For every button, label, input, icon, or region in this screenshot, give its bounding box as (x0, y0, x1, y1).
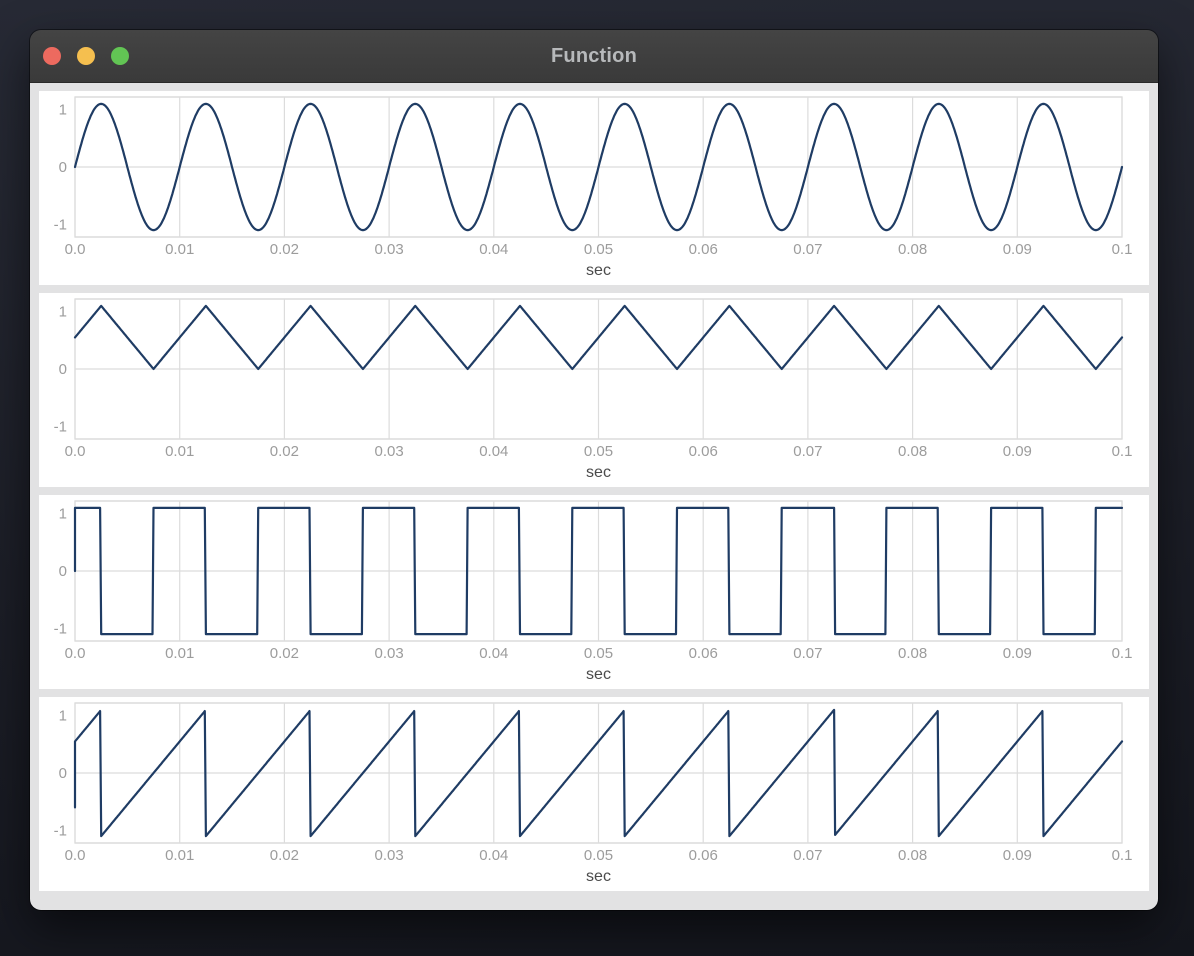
x-tick-label: 0.06 (689, 241, 718, 258)
x-axis-label: sec (586, 666, 611, 683)
x-tick-label: 0.0 (65, 443, 86, 460)
x-tick-label: 0.1 (1112, 443, 1133, 460)
x-tick-label: 0.01 (165, 645, 194, 662)
chart-panel-sawtooth: 1 0 -1 0.0 0.01 0.02 0.03 0.04 0.05 0.06 0.07 0.08 0… (39, 697, 1149, 891)
x-tick-label: 0.07 (793, 847, 822, 864)
x-tick-label: 0.03 (374, 645, 403, 662)
x-tick-label: 0.03 (374, 443, 403, 460)
y-tick-label: 0 (59, 159, 67, 176)
x-tick-label: 0.09 (1003, 241, 1032, 258)
triangle-wave-chart: 1 0 -1 0.0 0.01 0.02 0.03 0.04 0.05 0.06 0.07 0.08 0… (54, 298, 1133, 481)
x-tick-label: 0.1 (1112, 847, 1133, 864)
sawtooth-wave-chart: 1 0 -1 0.0 0.01 0.02 0.03 0.04 0.05 0.06 0.07 0.08 0… (54, 702, 1133, 885)
x-axis-label: sec (586, 262, 611, 279)
x-tick-label: 0.05 (584, 645, 613, 662)
desktop-background: { "window": { "title": "Function", "cont… (0, 0, 1194, 956)
y-tick-label: 1 (59, 708, 67, 725)
close-button[interactable] (43, 47, 61, 65)
x-tick-label: 0.05 (584, 241, 613, 258)
x-tick-label: 0.02 (270, 645, 299, 662)
x-tick-label: 0.02 (270, 847, 299, 864)
x-tick-label: 0.01 (165, 241, 194, 258)
x-tick-label: 0.0 (65, 241, 86, 258)
x-tick-label: 0.06 (689, 847, 718, 864)
x-tick-label: 0.01 (165, 847, 194, 864)
x-tick-label: 0.1 (1112, 645, 1133, 662)
chart-panel-square: 1 0 -1 0.0 0.01 0.02 0.03 0.04 0.05 0.06 0.07 0.08 0… (39, 495, 1149, 689)
x-tick-label: 0.04 (479, 241, 508, 258)
y-tick-label: -1 (54, 620, 67, 637)
charts-container: 1 0 -1 0.0 0.01 0.02 0.03 0.04 0.05 0.06 0.07 0.08 0… (30, 83, 1158, 910)
window-titlebar[interactable]: Function (30, 30, 1158, 83)
x-tick-label: 0.05 (584, 847, 613, 864)
x-tick-label: 0.04 (479, 847, 508, 864)
x-tick-label: 0.07 (793, 443, 822, 460)
y-tick-label: -1 (54, 418, 67, 435)
x-tick-label: 0.04 (479, 443, 508, 460)
x-tick-label: 0.09 (1003, 443, 1032, 460)
x-tick-label: 0.08 (898, 645, 927, 662)
x-axis-label: sec (586, 868, 611, 885)
app-window: Function 1 0 -1 0.0 0.01 0.02 0.03 0.04 0.05 0.06… (30, 30, 1158, 910)
x-tick-label: 0.0 (65, 847, 86, 864)
x-tick-label: 0.05 (584, 443, 613, 460)
sine-wave-chart: 1 0 -1 0.0 0.01 0.02 0.03 0.04 0.05 0.06 0.07 0.08 0… (54, 96, 1133, 279)
x-tick-label: 0.01 (165, 443, 194, 460)
y-tick-label: -1 (54, 216, 67, 233)
x-tick-label: 0.09 (1003, 645, 1032, 662)
y-tick-label: 0 (59, 765, 67, 782)
x-tick-label: 0.06 (689, 443, 718, 460)
zoom-button[interactable] (111, 47, 129, 65)
x-axis-label: sec (586, 464, 611, 481)
x-tick-label: 0.03 (374, 847, 403, 864)
x-tick-label: 0.07 (793, 241, 822, 258)
x-tick-label: 0.1 (1112, 241, 1133, 258)
y-tick-label: 0 (59, 361, 67, 378)
chart-panel-sine: 1 0 -1 0.0 0.01 0.02 0.03 0.04 0.05 0.06 0.07 0.08 0… (39, 91, 1149, 285)
minimize-button[interactable] (77, 47, 95, 65)
x-tick-label: 0.07 (793, 645, 822, 662)
window-controls (43, 30, 129, 82)
x-tick-label: 0.02 (270, 443, 299, 460)
y-tick-label: -1 (54, 822, 67, 839)
x-tick-label: 0.08 (898, 847, 927, 864)
window-title: Function (550, 44, 638, 67)
y-tick-label: 1 (59, 506, 67, 523)
x-tick-label: 0.02 (270, 241, 299, 258)
x-tick-label: 0.04 (479, 645, 508, 662)
x-tick-label: 0.09 (1003, 847, 1032, 864)
y-tick-label: 1 (59, 304, 67, 321)
x-tick-label: 0.06 (689, 645, 718, 662)
square-wave-chart: 1 0 -1 0.0 0.01 0.02 0.03 0.04 0.05 0.06 0.07 0.08 0… (54, 500, 1133, 683)
y-tick-label: 0 (59, 563, 67, 580)
chart-panel-triangle: 1 0 -1 0.0 0.01 0.02 0.03 0.04 0.05 0.06 0.07 0.08 0… (39, 293, 1149, 487)
x-tick-label: 0.08 (898, 443, 927, 460)
y-tick-label: 1 (59, 102, 67, 119)
x-tick-label: 0.0 (65, 645, 86, 662)
x-tick-label: 0.08 (898, 241, 927, 258)
x-tick-label: 0.03 (374, 241, 403, 258)
